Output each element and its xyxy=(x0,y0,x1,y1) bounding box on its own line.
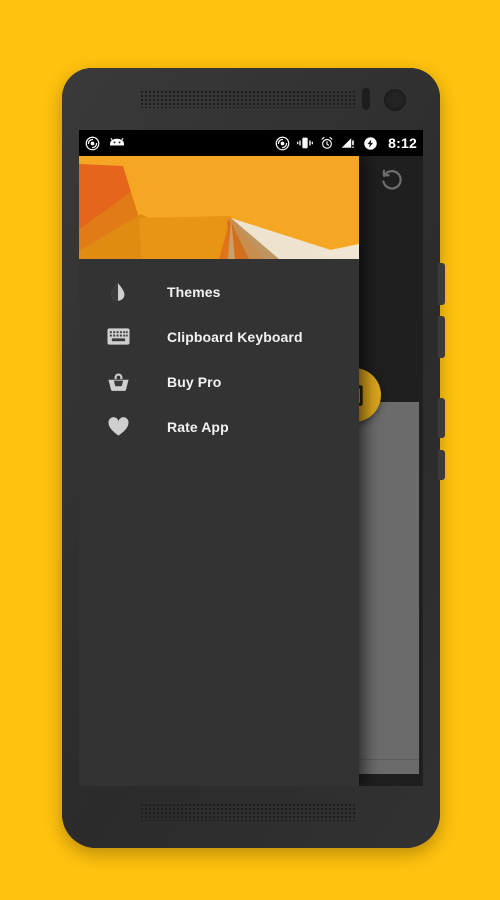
screenshot-canvas: 8:12 Themes Clipboard Keyboard Buy Pro R… xyxy=(0,0,500,900)
volume-down-button[interactable] xyxy=(438,316,445,358)
drawer-menu-list: Themes Clipboard Keyboard Buy Pro Rate A… xyxy=(79,259,359,449)
navigation-drawer: Themes Clipboard Keyboard Buy Pro Rate A… xyxy=(79,156,359,786)
status-bar-clock: 8:12 xyxy=(388,135,417,151)
proximity-sensor xyxy=(362,88,370,110)
shopping-basket-icon xyxy=(105,369,131,395)
keyboard-icon xyxy=(105,324,131,350)
vibrate-icon xyxy=(297,137,314,149)
drawer-item-rate-app[interactable]: Rate App xyxy=(79,404,359,449)
power-button[interactable] xyxy=(438,398,445,438)
drawer-item-buy-pro[interactable]: Buy Pro xyxy=(79,359,359,404)
front-camera xyxy=(384,89,406,111)
phone-screen: 8:12 Themes Clipboard Keyboard Buy Pro R… xyxy=(79,130,423,786)
status-bar-left-icons xyxy=(85,136,125,151)
volume-up-button[interactable] xyxy=(438,263,445,305)
drawer-item-label: Buy Pro xyxy=(167,373,222,390)
drawer-item-label: Rate App xyxy=(167,418,229,435)
cast-icon xyxy=(85,136,100,150)
heart-icon xyxy=(105,414,131,440)
drawer-item-themes[interactable]: Themes xyxy=(79,269,359,314)
contrast-droplet-icon xyxy=(105,279,131,305)
signal-warning-icon xyxy=(341,138,354,149)
undo-restore-icon[interactable] xyxy=(379,167,405,193)
drawer-item-label: Clipboard Keyboard xyxy=(167,328,303,345)
abstract-polygon-banner xyxy=(79,156,359,259)
android-robot-icon xyxy=(109,137,125,146)
earpiece-speaker-grille xyxy=(140,90,355,108)
drawer-header-image xyxy=(79,156,359,259)
drawer-item-clipboard-keyboard[interactable]: Clipboard Keyboard xyxy=(79,314,359,359)
phone-frame: 8:12 Themes Clipboard Keyboard Buy Pro R… xyxy=(62,68,445,848)
side-button-extra[interactable] xyxy=(438,450,445,480)
status-bar: 8:12 xyxy=(79,130,423,156)
cast-icon xyxy=(275,136,290,150)
status-bar-right-icons: 8:12 xyxy=(275,135,417,151)
alarm-icon xyxy=(321,136,333,149)
bottom-speaker-grille xyxy=(140,803,355,821)
drawer-item-label: Themes xyxy=(167,283,221,300)
battery-saver-icon xyxy=(364,136,377,150)
